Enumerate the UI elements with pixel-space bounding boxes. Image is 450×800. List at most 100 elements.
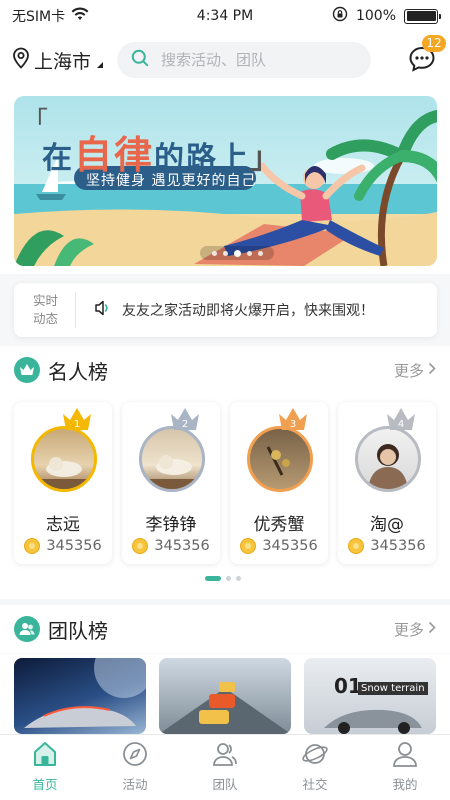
team-list: 01 Snow terrain [0, 654, 450, 734]
tab-social[interactable]: 社交 [270, 735, 360, 800]
banner-dot[interactable] [246, 250, 252, 256]
tab-label: 活动 [122, 777, 148, 792]
team-icon [14, 616, 40, 642]
banner-section: 「 在自律的路上」 坚持健身 遇见更好的自己 [0, 88, 450, 274]
tab-label: 社交 [302, 777, 328, 792]
celebrity-name: 李铮铮 [145, 515, 197, 535]
celebrity-card[interactable]: 3 优秀蟹 345356 [230, 402, 328, 564]
chat-bubble-icon [408, 46, 436, 77]
celebrity-more-label: 更多 [393, 361, 424, 380]
tab-activity[interactable]: 活动 [90, 735, 180, 800]
celebrity-carousel: 1 志远 345356 2 李铮铮 345356 3 优秀蟹 345356 4 … [0, 394, 450, 599]
celebrity-score: 345356 [338, 538, 436, 554]
celebrity-card[interactable]: 4 淘@ 345356 [338, 402, 436, 564]
celebrity-section-header: 名人榜 更多 [0, 346, 450, 394]
dropdown-triangle-icon [97, 62, 104, 68]
team-thumbnail [324, 709, 422, 734]
city-label: 上海市 [34, 50, 92, 73]
avatar [247, 426, 313, 492]
celebrity-card[interactable]: 2 李铮铮 345356 [122, 402, 220, 564]
message-badge: 12 [422, 35, 446, 52]
grey-crown-rank-icon: 4 [384, 406, 418, 432]
score-value: 345356 [262, 538, 318, 554]
compass-icon [121, 740, 149, 772]
banner-dot[interactable] [257, 250, 263, 256]
chevron-right-icon [428, 620, 436, 638]
svg-text:2: 2 [182, 419, 188, 430]
svg-text:4: 4 [398, 419, 404, 430]
avatar [31, 426, 97, 492]
message-button[interactable]: 12 [408, 35, 446, 77]
tab-profile[interactable]: 我的 [360, 735, 450, 800]
speaker-icon [94, 299, 110, 321]
news-tag: 实时 动态 [16, 292, 76, 328]
city-selector[interactable]: 上海市 [12, 47, 104, 74]
banner-dot[interactable] [222, 250, 228, 256]
celebrity-score: 345356 [122, 538, 220, 554]
pager-dot[interactable] [226, 576, 231, 581]
team-users-icon [211, 740, 239, 772]
tab-home[interactable]: 首页 [0, 735, 90, 800]
team-card[interactable] [14, 658, 146, 734]
celebrity-score: 345356 [14, 538, 112, 554]
team-thumbnail [24, 658, 146, 728]
team-more-label: 更多 [393, 620, 424, 639]
news-tag-line2: 动态 [32, 311, 58, 326]
svg-text:3: 3 [290, 419, 296, 430]
news-tag-line1: 实时 [32, 293, 58, 308]
bottom-tab-bar: 首页 活动 团队 社交 我的 [0, 734, 450, 800]
banner-dots [200, 246, 274, 260]
thumb-caption: Snow terrain [358, 682, 428, 695]
tab-team[interactable]: 团队 [180, 735, 270, 800]
search-input[interactable] [161, 51, 352, 69]
crown-icon [14, 357, 40, 383]
banner-dot[interactable] [211, 250, 217, 256]
banner-carousel[interactable]: 「 在自律的路上」 坚持健身 遇见更好的自己 [14, 96, 437, 266]
avatar [355, 426, 421, 492]
team-more-link[interactable]: 更多 [394, 619, 436, 640]
celebrity-card[interactable]: 1 志远 345356 [14, 402, 112, 564]
coin-icon [132, 538, 149, 554]
celebrity-pager [205, 576, 241, 581]
tab-label: 首页 [32, 777, 58, 792]
search-bar[interactable] [117, 42, 372, 78]
score-value: 345356 [370, 538, 426, 554]
team-section-header: 团队榜 更多 [0, 605, 450, 653]
celebrity-name: 优秀蟹 [253, 515, 305, 535]
team-thumbnail [159, 682, 291, 734]
celebrity-more-link[interactable]: 更多 [394, 360, 436, 381]
banner-dot-active[interactable] [233, 249, 241, 257]
app-screen: 无SIM卡 4:34 PM 100% 上海市 搜索活动、团队 12 「 在自律的… [0, 0, 450, 800]
team-title: 团队榜 [48, 618, 108, 643]
celebrity-title: 名人榜 [48, 359, 108, 384]
news-text: 友友之家活动即将火爆开启，快来围观！ [122, 303, 374, 319]
tab-label: 我的 [392, 777, 418, 792]
coin-icon [24, 538, 41, 554]
location-pin-icon [12, 47, 30, 74]
gold-crown-rank-icon: 1 [60, 406, 94, 432]
chevron-right-icon [428, 361, 436, 379]
score-value: 345356 [46, 538, 102, 554]
banner-subtitle: 坚持健身 遇见更好的自己 [86, 173, 257, 189]
celebrity-name: 志远 [46, 515, 80, 535]
svg-text:1: 1 [74, 419, 80, 430]
bronze-crown-rank-icon: 3 [276, 406, 310, 432]
tab-label: 团队 [212, 777, 238, 792]
coin-icon [348, 538, 365, 554]
pager-dot-active[interactable] [205, 576, 221, 581]
avatar [139, 426, 205, 492]
silver-crown-rank-icon: 2 [168, 406, 202, 432]
planet-icon [301, 740, 329, 772]
score-value: 345356 [154, 538, 210, 554]
news-ticker[interactable]: 实时 动态 友友之家活动即将火爆开启，快来围观！ [14, 283, 437, 337]
home-icon [31, 740, 59, 772]
celebrity-score: 345356 [230, 538, 328, 554]
user-icon [391, 740, 419, 772]
clock: 4:34 PM [196, 8, 254, 24]
celebrity-name: 淘@ [370, 515, 404, 535]
status-bar: 无SIM卡 4:34 PM 100% [0, 0, 450, 32]
team-card[interactable] [159, 658, 291, 734]
team-card[interactable]: 01 Snow terrain [304, 658, 436, 734]
pager-dot[interactable] [236, 576, 241, 581]
top-header: 上海市 12 [0, 32, 450, 88]
